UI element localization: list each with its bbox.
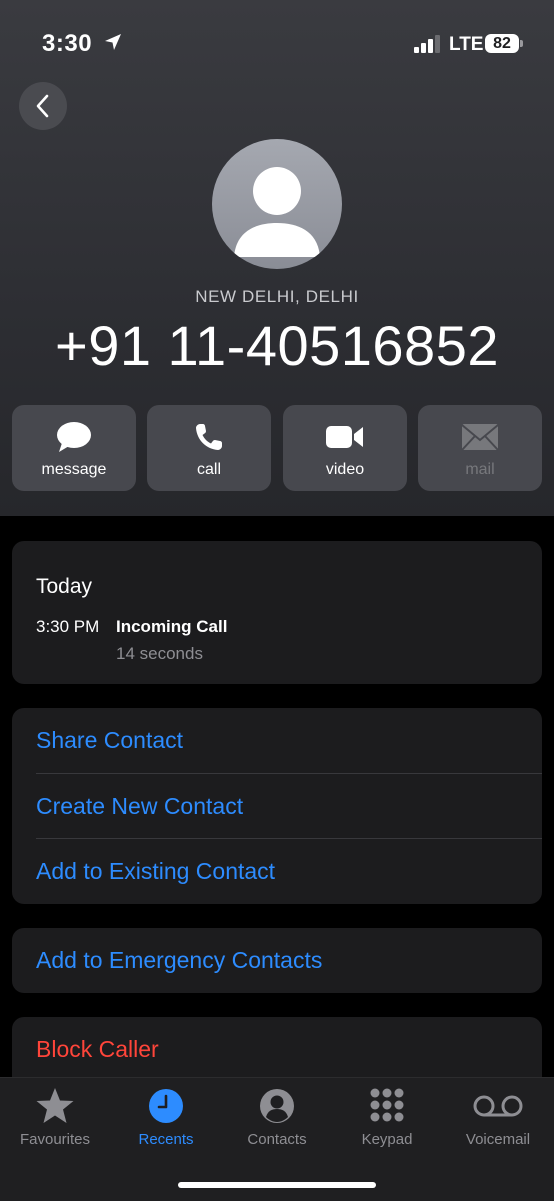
person-silhouette-icon bbox=[234, 167, 320, 257]
keypad-icon bbox=[370, 1088, 404, 1122]
video-camera-icon bbox=[326, 426, 363, 448]
mail-button[interactable]: mail bbox=[418, 405, 542, 491]
emergency-card: Add to Emergency Contacts bbox=[12, 928, 542, 993]
back-button[interactable] bbox=[19, 82, 67, 130]
avatar bbox=[212, 139, 342, 269]
envelope-icon bbox=[461, 424, 499, 451]
tab-bar: Favourites Recents Contacts Keypad Voice… bbox=[0, 1077, 554, 1201]
action-buttons: message call video mail bbox=[12, 405, 542, 491]
cellular-signal-icon bbox=[414, 35, 440, 53]
voicemail-icon bbox=[473, 1095, 523, 1117]
battery-icon bbox=[520, 40, 523, 47]
message-bubble-icon bbox=[57, 422, 91, 452]
video-label: video bbox=[325, 461, 365, 478]
person-circle-icon bbox=[260, 1089, 294, 1123]
clock-icon bbox=[149, 1089, 183, 1123]
mail-label: mail bbox=[465, 461, 495, 478]
home-indicator[interactable] bbox=[178, 1182, 376, 1188]
contact-options-card: Share Contact Create New Contact Add to … bbox=[12, 708, 542, 904]
video-button[interactable]: video bbox=[283, 405, 407, 491]
add-to-emergency-contacts-button[interactable]: Add to Emergency Contacts bbox=[36, 928, 542, 993]
share-contact-button[interactable]: Share Contact bbox=[36, 708, 542, 773]
contact-header: 3:30 LTE 82 NEW DELHI, DELHI +91 11-4051… bbox=[0, 0, 554, 516]
status-bar: 3:30 LTE 82 bbox=[0, 0, 554, 80]
caller-number: +91 11-40516852 bbox=[55, 314, 499, 377]
history-day: Today bbox=[36, 575, 93, 598]
tab-favourites[interactable]: Favourites bbox=[0, 1078, 110, 1158]
battery-level: 82 bbox=[485, 34, 519, 53]
call-time: 3:30 PM bbox=[36, 617, 100, 636]
tab-keypad[interactable]: Keypad bbox=[332, 1078, 442, 1158]
status-time: 3:30 bbox=[42, 30, 93, 57]
tab-contacts[interactable]: Contacts bbox=[222, 1078, 332, 1158]
call-duration: 14 seconds bbox=[116, 644, 203, 663]
block-caller-button[interactable]: Block Caller bbox=[36, 1017, 542, 1082]
message-label: message bbox=[41, 461, 107, 478]
network-type: LTE bbox=[449, 34, 484, 55]
add-to-existing-contact-button[interactable]: Add to Existing Contact bbox=[36, 839, 542, 904]
caller-location: NEW DELHI, DELHI bbox=[195, 287, 359, 306]
call-label: call bbox=[196, 461, 221, 478]
phone-icon bbox=[196, 424, 222, 450]
tab-label: Voicemail bbox=[465, 1131, 531, 1148]
call-button[interactable]: call bbox=[147, 405, 271, 491]
message-button[interactable]: message bbox=[12, 405, 136, 491]
call-history-card: Today 3:30 PM Incoming Call 14 seconds bbox=[12, 541, 542, 684]
chevron-left-icon bbox=[36, 94, 49, 118]
call-type: Incoming Call bbox=[116, 617, 228, 636]
location-arrow-icon bbox=[105, 34, 121, 50]
create-new-contact-button[interactable]: Create New Contact bbox=[36, 774, 542, 839]
tab-recents[interactable]: Recents bbox=[111, 1078, 221, 1158]
tab-voicemail[interactable]: Voicemail bbox=[443, 1078, 553, 1158]
star-icon bbox=[36, 1088, 74, 1123]
